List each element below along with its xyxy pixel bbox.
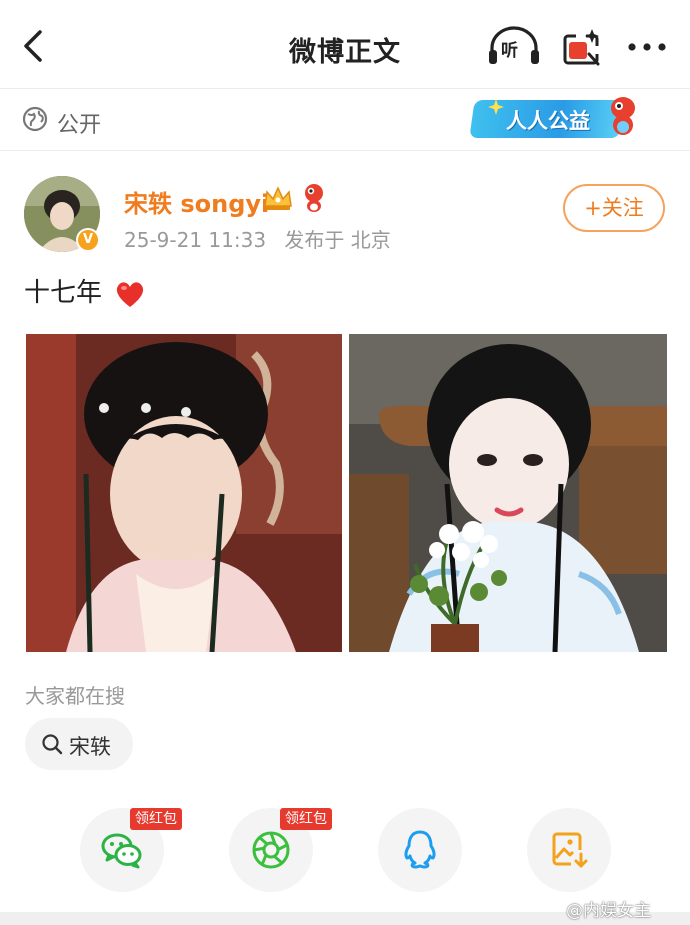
photo-opera-girl [26,334,342,652]
charity-label: 人人公益 [506,109,590,133]
top-navigation-bar: 微博正文 听 [0,0,690,88]
photo-girl-flowers [349,334,667,652]
more-options-button[interactable] [622,24,672,70]
sparkle-icon [488,99,504,115]
wechat-icon [101,833,142,869]
post-body: 十七年 [24,278,103,308]
crown-icon [264,186,292,210]
red-packet-badge: 领红包 [280,808,332,830]
moments-icon [252,831,290,869]
post-image-1[interactable] [26,334,342,652]
hot-search-chip-label: 宋轶 [69,735,111,759]
listen-label: 听 [501,41,518,61]
listen-button[interactable]: 听 [486,24,542,70]
hot-search-chip[interactable]: 宋轶 [25,718,133,770]
post-timestamp: 25-9-21 11:33 [124,228,267,252]
post-image-2[interactable] [349,334,667,652]
qq-penguin-icon [404,830,436,869]
post-location: 发布于 北京 [284,228,391,252]
charity-badge[interactable]: 人人公益 [469,94,640,144]
red-mascot-icon [305,184,323,212]
search-icon [42,734,63,755]
post-text: 十七年 [24,272,146,309]
save-image-button[interactable] [527,808,611,892]
globe-icon [22,106,48,132]
divider [0,150,690,151]
watermark-text: @内娱女主 [566,901,651,921]
red-packet-badge: 领红包 [130,808,182,830]
author-name[interactable]: 宋轶 songyi [124,184,269,219]
share-card-button[interactable] [556,24,606,70]
heart-emoji-icon [117,281,144,307]
more-dots-icon [628,43,666,51]
divider [0,88,690,89]
save-image-icon [552,832,588,868]
mascot-icon [611,97,635,135]
hot-search-label: 大家都在搜 [25,684,125,708]
verified-badge: V [76,228,100,252]
follow-button[interactable]: +关注 [563,184,665,232]
share-qq-button[interactable] [378,808,462,892]
visibility-label: 公开 [57,113,102,138]
share-card-icon [563,29,600,66]
post-meta: 25-9-21 11:33 发布于 北京 [124,224,403,253]
